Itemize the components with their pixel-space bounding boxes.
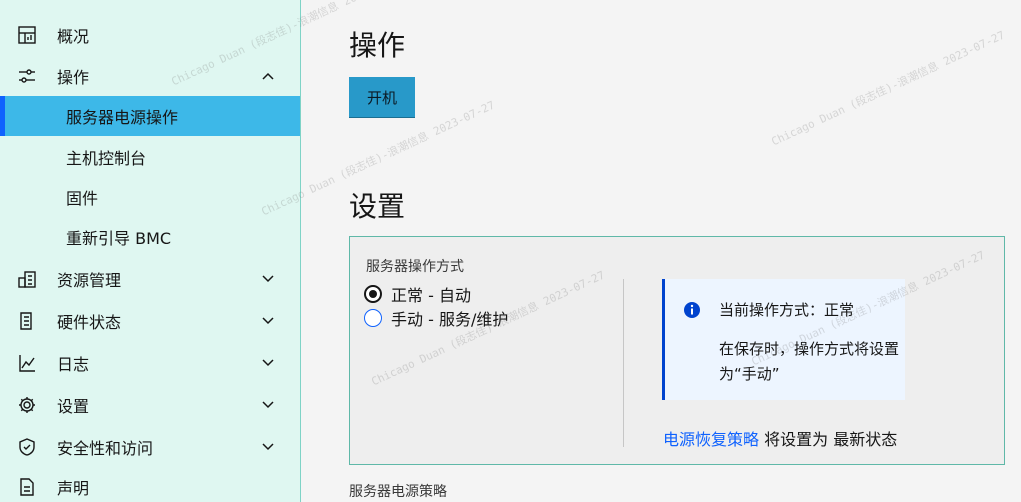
sidebar-item-label: 安全性和访问	[57, 439, 154, 458]
settings-panel: 服务器操作方式 正常 - 自动 手动 - 服务/维护 当前操作方式：正常 在保存…	[349, 236, 1005, 465]
sidebar-item-label: 操作	[57, 68, 90, 87]
sidebar-item-settings[interactable]: 设置	[0, 385, 300, 425]
dashboard-icon	[18, 26, 36, 44]
hardware-icon	[20, 312, 32, 330]
settings-heading: 设置	[349, 190, 406, 223]
document-icon	[20, 478, 34, 496]
chevron-down-icon	[262, 401, 274, 409]
power-restore-policy-line: 电源恢复策略 将设置为 最新状态	[663, 426, 897, 450]
info-notification: 当前操作方式：正常 在保存时，操作方式将设置为“手动”	[662, 279, 905, 400]
chart-log-icon	[19, 355, 35, 372]
notice-title: 当前操作方式：正常	[719, 301, 855, 319]
sidebar-item-overview[interactable]: 概况	[0, 15, 300, 55]
radio-label: 正常 - 自动	[391, 286, 471, 305]
sidebar-item-operations[interactable]: 操作	[0, 56, 300, 96]
sidebar-item-label: 硬件状态	[57, 313, 122, 332]
radio-label: 手动 - 服务/维护	[391, 310, 509, 329]
sidebar-subitem-label: 主机控制台	[66, 149, 147, 168]
chevron-down-icon	[262, 317, 274, 325]
sidebar-subitem-reboot-bmc[interactable]: 重新引导 BMC	[0, 217, 300, 257]
chevron-down-icon	[262, 275, 274, 283]
sidebar-item-label: 日志	[57, 355, 90, 374]
radio-normal-auto[interactable]: 正常 - 自动	[364, 282, 471, 306]
sidebar-item-security-access[interactable]: 安全性和访问	[0, 427, 300, 467]
sidebar-item-label: 设置	[57, 397, 90, 416]
chevron-down-icon	[262, 443, 274, 451]
chevron-up-icon	[262, 72, 274, 80]
sidebar-item-label: 概况	[57, 27, 90, 46]
server-power-policy-label: 服务器电源策略	[349, 484, 447, 500]
radio-manual-service[interactable]: 手动 - 服务/维护	[364, 306, 508, 330]
main-content: 操作 开机 设置 服务器操作方式 正常 - 自动 手动 - 服务/维护 当前操作…	[302, 0, 1021, 502]
sidebar-subitem-label: 服务器电源操作	[66, 108, 179, 127]
resource-icon	[18, 271, 36, 288]
sidebar-subitem-label: 固件	[66, 189, 99, 208]
notice-body: 在保存时，操作方式将设置为“手动”	[719, 340, 900, 383]
vertical-divider	[623, 279, 624, 447]
sidebar-item-resource-management[interactable]: 资源管理	[0, 259, 300, 299]
sidebar-item-notices[interactable]: 声明	[0, 467, 300, 502]
info-icon	[684, 302, 700, 318]
sidebar-subitem-server-power[interactable]: 服务器电源操作	[0, 96, 300, 136]
gear-icon	[19, 397, 35, 413]
sidebar-item-logs[interactable]: 日志	[0, 343, 300, 383]
operations-heading: 操作	[349, 29, 406, 62]
operating-mode-label: 服务器操作方式	[366, 259, 464, 275]
sidebar-subitem-host-console[interactable]: 主机控制台	[0, 137, 300, 177]
sidebar-item-label: 资源管理	[57, 271, 122, 290]
power-on-button[interactable]: 开机	[349, 77, 415, 118]
policy-status-text: 将设置为 最新状态	[759, 430, 898, 449]
sidebar-item-hardware-status[interactable]: 硬件状态	[0, 301, 300, 341]
sidebar-nav: 概况 操作 服务器电源操作 主机控制台 固件 重新引导 BMC 资源管理 硬件状…	[0, 0, 301, 502]
sidebar-item-label: 声明	[57, 479, 90, 498]
radio-button-unchecked[interactable]	[364, 309, 382, 327]
sidebar-subitem-firmware[interactable]: 固件	[0, 177, 300, 217]
sliders-icon	[19, 69, 35, 83]
power-restore-policy-link[interactable]: 电源恢复策略	[663, 430, 759, 449]
shield-check-icon	[19, 438, 35, 456]
chevron-down-icon	[262, 359, 274, 367]
radio-button-checked[interactable]	[364, 285, 382, 303]
sidebar-subitem-label: 重新引导 BMC	[66, 229, 172, 248]
